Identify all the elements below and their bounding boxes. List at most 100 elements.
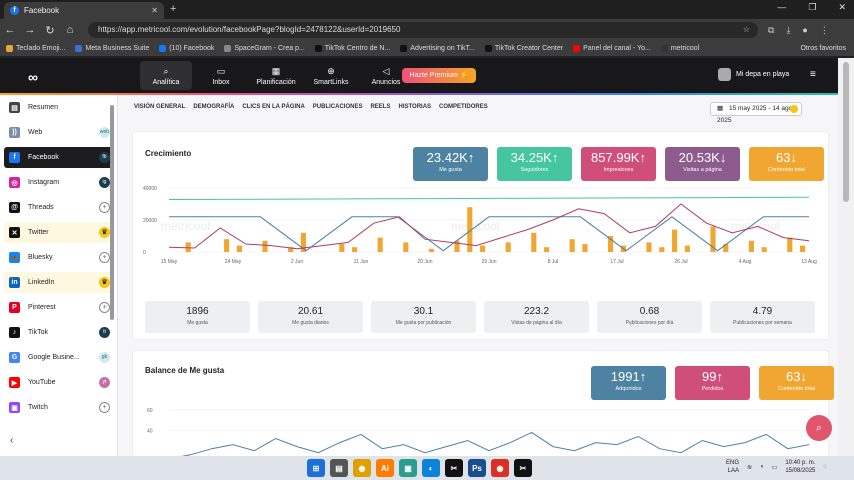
- photos-icon[interactable]: ▣: [399, 459, 417, 477]
- volume-icon[interactable]: ◖: [760, 464, 764, 470]
- sidebar-item-facebook[interactable]: f Facebook fb: [4, 147, 113, 168]
- add-account-icon[interactable]: +: [99, 402, 110, 413]
- notifications-icon[interactable]: ◌: [823, 464, 827, 470]
- capcut-icon[interactable]: ✂: [445, 459, 463, 477]
- nav-planificación[interactable]: ▦ Planificación: [250, 61, 302, 90]
- close-tab-icon[interactable]: ✕: [151, 6, 158, 15]
- connected-account-avatar: tt: [99, 327, 110, 338]
- sidebar-item-google-busine[interactable]: G Google Busine... gb: [4, 347, 113, 368]
- tab-historias[interactable]: HISTORIAS: [398, 104, 431, 110]
- kpi-card: 63↓ Contenido total: [759, 366, 834, 400]
- tab-clics-en-la-p-gina[interactable]: CLICS EN LA PÁGINA: [242, 104, 304, 110]
- tab-publicaciones[interactable]: PUBLICACIONES: [313, 104, 363, 110]
- bookmark-favicon-icon: [159, 45, 167, 52]
- tab-reels[interactable]: REELS: [370, 104, 390, 110]
- chrome-icon[interactable]: ◉: [491, 459, 509, 477]
- forward-icon[interactable]: →: [20, 24, 40, 36]
- bookmark-item[interactable]: Advertising on TikT...: [400, 45, 475, 52]
- sidebar-item-resumen[interactable]: ▤ Resumen: [4, 97, 113, 118]
- sidebar-item-instagram[interactable]: ◎ Instagram ig: [4, 172, 113, 193]
- tab-competidores[interactable]: COMPETIDORES: [439, 104, 488, 110]
- sidebar-item-threads[interactable]: @ Threads +: [4, 197, 113, 218]
- page-scrollbar[interactable]: [838, 58, 854, 456]
- bookmark-label: SpaceGram - Crea p...: [234, 45, 305, 52]
- tab-visi-n-general[interactable]: VISIÓN GENERAL: [134, 104, 185, 110]
- x-tick-label: 29 Jun: [481, 259, 496, 265]
- kpi-number: 63: [786, 369, 801, 384]
- sidebar-item-pinterest[interactable]: P Pinterest +: [4, 297, 113, 318]
- bookmark-item[interactable]: Panel del canal - Yo...: [573, 45, 651, 52]
- posts-bar: [582, 244, 588, 252]
- help-search-button[interactable]: ⌕: [806, 415, 832, 441]
- language-indicator[interactable]: ENG LAA: [726, 459, 739, 475]
- nav-label: SmartLinks: [313, 78, 349, 86]
- system-tray: ENG LAA ≋ ◖ ▭ 10:40 p. m. 15/08/2025 ◌: [726, 459, 827, 475]
- sidebar-item-web[interactable]: )) Web web: [4, 122, 113, 143]
- bookmark-star-icon[interactable]: ☆: [743, 22, 750, 38]
- explorer-icon[interactable]: ▤: [330, 459, 348, 477]
- stat-value: 0.68: [639, 306, 660, 317]
- hamburger-menu-icon[interactable]: ≡: [810, 69, 816, 80]
- tab-demograf-a[interactable]: DEMOGRAFÍA: [193, 104, 234, 110]
- bookmark-item[interactable]: (10) Facebook: [159, 45, 214, 52]
- minimize-icon[interactable]: —: [777, 2, 786, 13]
- url-input[interactable]: https://app.metricool.com/evolution/face…: [88, 22, 758, 38]
- bookmark-item[interactable]: metricool: [660, 45, 699, 52]
- kpi-value: 34.25K↑: [497, 150, 572, 165]
- page-scrollbar-thumb[interactable]: [843, 62, 849, 202]
- illustrator-icon[interactable]: Ai: [376, 459, 394, 477]
- nav-analítica[interactable]: ⌕ Analítica: [140, 61, 192, 90]
- other-bookmarks[interactable]: Otros favoritos: [800, 45, 854, 52]
- browser-tab[interactable]: f Facebook ✕: [4, 2, 164, 19]
- extensions-icon[interactable]: ⧉: [768, 25, 774, 36]
- user-menu[interactable]: Mi depa en playa: [718, 68, 789, 81]
- browser-tab-strip: f Facebook ✕ + — ❐ ✕: [0, 0, 854, 19]
- clock-time: 10:40 p. m.: [785, 460, 816, 466]
- metricool-logo[interactable]: ∞: [28, 69, 38, 85]
- likes-balance-chart: 4060metricool: [147, 408, 810, 456]
- sidebar-item-label: Instagram: [28, 179, 60, 186]
- close-window-icon[interactable]: ✕: [838, 2, 846, 13]
- back-icon[interactable]: ←: [0, 24, 20, 36]
- sidebar-item-youtube[interactable]: ▶ YouTube yt: [4, 372, 113, 393]
- add-account-icon[interactable]: +: [99, 252, 110, 263]
- new-tab-icon[interactable]: +: [170, 3, 176, 15]
- browser-menu-icon[interactable]: ⋮: [820, 25, 829, 36]
- sidebar-item-linkedin[interactable]: in LinkedIn ♛: [4, 272, 113, 293]
- kpi-label: Perdidos: [701, 386, 724, 392]
- bookmark-favicon-icon: [484, 45, 492, 52]
- maximize-icon[interactable]: ❐: [808, 2, 816, 13]
- add-account-icon[interactable]: +: [99, 302, 110, 313]
- profile-icon[interactable]: ●: [802, 25, 807, 36]
- sidebar-item-twitch[interactable]: ▣ Twitch +: [4, 397, 113, 418]
- home-icon[interactable]: ⌂: [60, 24, 80, 36]
- bookmark-item[interactable]: SpaceGram - Crea p...: [224, 45, 305, 52]
- watermark: metricool: [451, 219, 500, 233]
- bookmark-item[interactable]: Meta Business Suite: [75, 45, 149, 52]
- bookmark-item[interactable]: TikTok Centro de N...: [314, 45, 390, 52]
- collapse-sidebar-icon[interactable]: ‹: [10, 435, 13, 446]
- battery-icon[interactable]: ▭: [772, 464, 778, 471]
- windows-start-icon[interactable]: ⊞: [307, 459, 325, 477]
- sidebar-item-twitter[interactable]: ✕ Twitter ♛: [4, 222, 113, 243]
- download-icon[interactable]: ⤓: [786, 25, 790, 36]
- sidebar-scrollbar[interactable]: [110, 105, 114, 320]
- trend-arrow-icon: ↑: [639, 150, 646, 165]
- date-range-picker[interactable]: ▦ 15 may 2025 - 14 ago 2025: [710, 102, 802, 124]
- clock[interactable]: 10:40 p. m. 15/08/2025: [785, 459, 815, 475]
- photoshop-icon[interactable]: Ps: [468, 459, 486, 477]
- add-account-icon[interactable]: +: [99, 202, 110, 213]
- nav-smartlinks[interactable]: ⊕ SmartLinks: [305, 61, 357, 90]
- bookmark-item[interactable]: TikTok Creator Center: [484, 45, 563, 52]
- reload-icon[interactable]: ↻: [40, 24, 60, 37]
- premium-button[interactable]: Hazte Premium ⚡: [402, 68, 476, 83]
- sidebar-item-bluesky[interactable]: 🦋 Bluesky +: [4, 247, 113, 268]
- capcut-icon[interactable]: ✂: [514, 459, 532, 477]
- bookmark-item[interactable]: Teclado Emoji...: [6, 45, 65, 52]
- bookmark-favicon-icon: [75, 45, 83, 52]
- nav-inbox[interactable]: ▭ Inbox: [195, 61, 247, 90]
- sidebar-item-tiktok[interactable]: ♪ TikTok tt: [4, 322, 113, 343]
- edge-icon[interactable]: ◐: [422, 459, 440, 477]
- wifi-icon[interactable]: ≋: [747, 464, 752, 471]
- chrome-icon[interactable]: ◉: [353, 459, 371, 477]
